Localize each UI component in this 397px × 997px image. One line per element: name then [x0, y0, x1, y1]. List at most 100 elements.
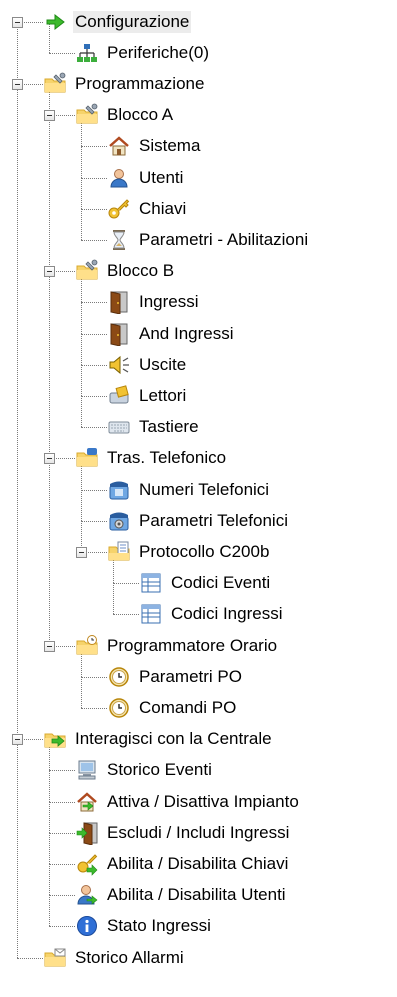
- tree-connector: [49, 833, 50, 864]
- tree-connector: [81, 334, 107, 335]
- tree-connector: [81, 365, 107, 366]
- tree-item-comandi-po[interactable]: Comandi PO: [107, 693, 238, 723]
- tree-item-label: Protocollo C200b: [139, 542, 270, 561]
- tree-item-label: Blocco A: [107, 105, 174, 124]
- tree-item-tras-telefonico[interactable]: Tras. Telefonico: [75, 443, 228, 473]
- tree-item-label: Attiva / Disattiva Impianto: [107, 792, 299, 811]
- tree-item-tastiere[interactable]: Tastiere: [107, 412, 201, 442]
- tree-item-utenti[interactable]: Utenti: [107, 163, 185, 193]
- tree-connector: [49, 271, 50, 458]
- collapse-toggle[interactable]: [76, 547, 87, 558]
- tree-connector: [81, 302, 107, 303]
- tree-item-numeri-telefonici[interactable]: Numeri Telefonici: [107, 475, 271, 505]
- tree-item-storico-eventi[interactable]: Storico Eventi: [75, 755, 214, 785]
- tree-connector: [49, 895, 50, 926]
- door-icon: [107, 290, 131, 314]
- tree-connector: [81, 240, 107, 241]
- network-icon: [75, 41, 99, 65]
- tree-connector: [49, 833, 75, 834]
- speaker-icon: [107, 353, 131, 377]
- tree-item-sistema[interactable]: Sistema: [107, 131, 202, 161]
- tree-connector: [113, 583, 139, 584]
- tree-item-label: Storico Eventi: [107, 760, 212, 779]
- collapse-toggle[interactable]: [44, 453, 55, 464]
- tree-connector: [81, 209, 82, 240]
- tree-item-chiavi[interactable]: Chiavi: [107, 194, 188, 224]
- tree-connector: [49, 926, 75, 927]
- tree-item-and-ingressi[interactable]: And Ingressi: [107, 319, 236, 349]
- house-icon: [107, 134, 131, 158]
- tree-item-label: Ingressi: [139, 292, 199, 311]
- tree-item-uscite[interactable]: Uscite: [107, 350, 188, 380]
- tree-item-interagisci-con-la-centrale[interactable]: Interagisci con la Centrale: [43, 724, 274, 754]
- door-arrow-icon: [75, 821, 99, 845]
- tree-item-label: Comandi PO: [139, 698, 237, 717]
- tree-item-storico-allarmi[interactable]: Storico Allarmi: [43, 943, 186, 973]
- tree-item-label: And Ingressi: [139, 324, 234, 343]
- tree-connector: [113, 614, 139, 615]
- tree-item-parametri-po[interactable]: Parametri PO: [107, 662, 244, 692]
- door-icon: [107, 322, 131, 346]
- tree-item-blocco-b[interactable]: Blocco B: [75, 256, 176, 286]
- tree-view[interactable]: Configurazione Periferiche(0) Programmazio…: [0, 0, 397, 997]
- collapse-toggle[interactable]: [12, 79, 23, 90]
- folder-wrench-icon: [75, 259, 99, 283]
- tree-connector: [81, 396, 107, 397]
- tree-connector: [81, 521, 107, 522]
- tree-item-ingressi[interactable]: Ingressi: [107, 287, 201, 317]
- collapse-toggle[interactable]: [12, 734, 23, 745]
- tree-connector: [81, 490, 107, 491]
- tree-connector: [49, 802, 50, 833]
- tree-item-programmatore-orario[interactable]: Programmatore Orario: [75, 631, 279, 661]
- tree-connector: [81, 209, 107, 210]
- house-arrow-icon: [75, 790, 99, 814]
- tree-item-programmazione[interactable]: Programmazione: [43, 69, 206, 99]
- tree-item-label: Chiavi: [139, 199, 187, 218]
- tree-item-label: Blocco B: [107, 261, 175, 280]
- tree-connector: [81, 677, 107, 678]
- tree-item-codici-eventi[interactable]: Codici Eventi: [139, 568, 272, 598]
- folder-wrench-icon: [43, 72, 67, 96]
- tree-item-label: Uscite: [139, 355, 187, 374]
- tree-item-stato-ingressi[interactable]: Stato Ingressi: [75, 911, 213, 941]
- tree-item-label: Sistema: [139, 136, 201, 155]
- tree-item-parametri-telefonici[interactable]: Parametri Telefonici: [107, 506, 290, 536]
- tree-item-parametri-abilitazioni[interactable]: Parametri - Abilitazioni: [107, 225, 310, 255]
- green-arrow-icon: [43, 10, 67, 34]
- tree-item-lettori[interactable]: Lettori: [107, 381, 188, 411]
- tree-connector: [81, 396, 82, 427]
- tree-item-label: Abilita / Disabilita Utenti: [107, 885, 286, 904]
- tree-item-label: Parametri PO: [139, 667, 242, 686]
- tree-connector: [81, 302, 82, 334]
- tree-item-label: Numeri Telefonici: [139, 480, 270, 499]
- tree-item-attiva-disattiva-impianto[interactable]: Attiva / Disattiva Impianto: [75, 787, 301, 817]
- tree-item-codici-ingressi[interactable]: Codici Ingressi: [139, 599, 285, 629]
- collapse-toggle[interactable]: [44, 266, 55, 277]
- tree-item-abilita-disabilita-chiavi[interactable]: Abilita / Disabilita Chiavi: [75, 849, 290, 879]
- tree-item-protocollo-c200b[interactable]: Protocollo C200b: [107, 537, 271, 567]
- tree-connector: [81, 146, 82, 178]
- tree-item-configurazione[interactable]: Configurazione: [43, 7, 192, 37]
- clock-icon: [107, 665, 131, 689]
- tree-connector: [49, 864, 75, 865]
- tree-connector: [81, 427, 107, 428]
- tree-connector: [81, 334, 82, 365]
- tree-item-label: Configurazione: [73, 11, 192, 33]
- collapse-toggle[interactable]: [44, 641, 55, 652]
- tree-connector: [81, 178, 107, 179]
- tree-item-periferiche-0[interactable]: Periferiche(0): [75, 38, 211, 68]
- tree-item-label: Codici Ingressi: [171, 604, 283, 623]
- folder-phone-icon: [75, 446, 99, 470]
- tree-connector: [17, 84, 18, 739]
- tree-item-label: Parametri Telefonici: [139, 511, 288, 530]
- collapse-toggle[interactable]: [12, 17, 23, 28]
- folder-clock-icon: [75, 634, 99, 658]
- tree-item-label: Utenti: [139, 168, 184, 187]
- table-icon: [139, 571, 163, 595]
- tree-item-blocco-a[interactable]: Blocco A: [75, 100, 175, 130]
- tree-connector: [17, 958, 43, 959]
- tree-item-abilita-disabilita-utenti[interactable]: Abilita / Disabilita Utenti: [75, 880, 288, 910]
- tree-item-escludi-includi-ingressi[interactable]: Escludi / Includi Ingressi: [75, 818, 291, 848]
- collapse-toggle[interactable]: [44, 110, 55, 121]
- folder-envelope-icon: [43, 946, 67, 970]
